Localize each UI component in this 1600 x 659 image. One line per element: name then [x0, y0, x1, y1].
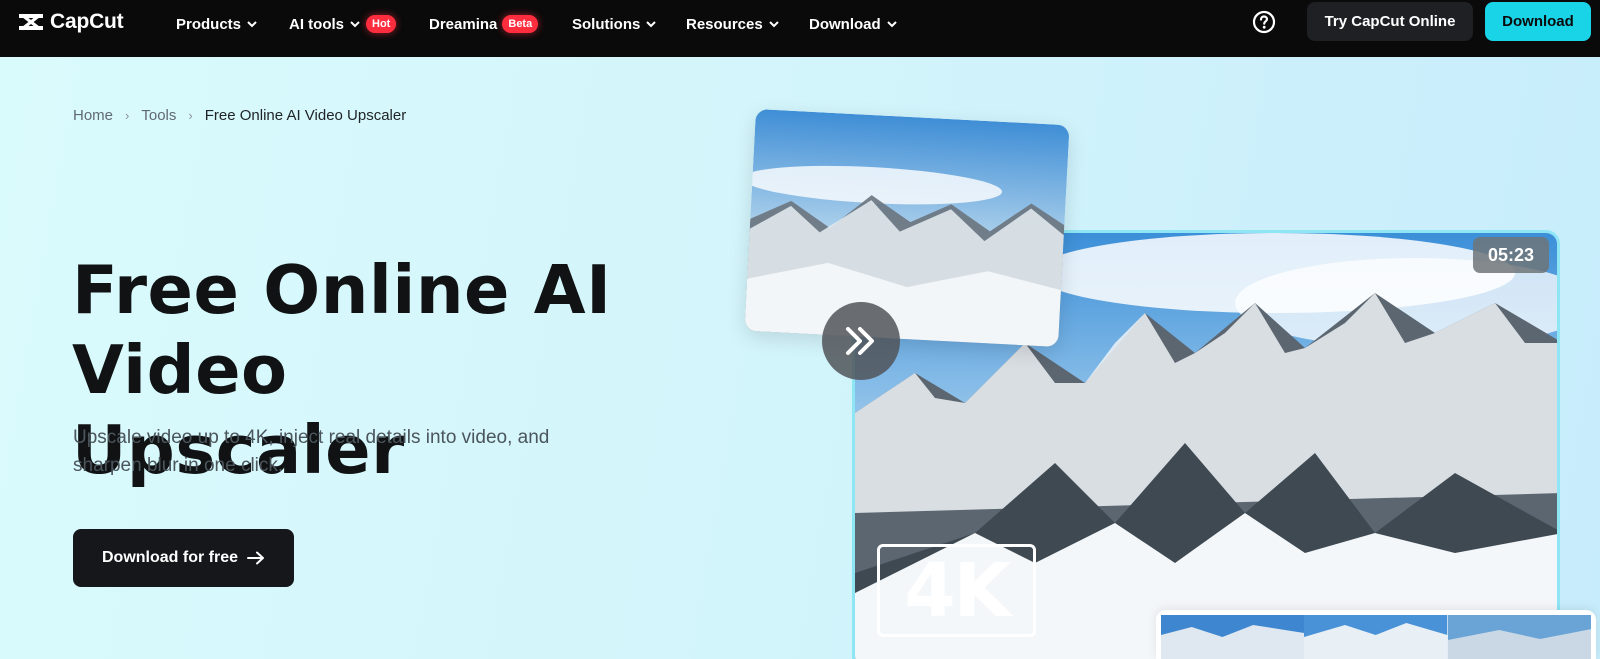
chevron-down-icon: [646, 21, 657, 28]
nav-label: AI tools: [289, 15, 344, 33]
double-chevron-right-icon: [846, 327, 874, 355]
resolution-badge: 4K: [877, 544, 1036, 637]
nav-ai-tools[interactable]: AI tools Hot: [289, 12, 397, 36]
nav-label: Download: [809, 15, 881, 33]
capcut-logo-icon: [19, 13, 43, 31]
breadcrumb-home[interactable]: Home: [73, 107, 113, 124]
thumbnail-strip: [1156, 610, 1596, 659]
video-duration: 05:23: [1473, 237, 1549, 273]
thumbnail[interactable]: [1304, 615, 1448, 659]
chevron-down-icon: [886, 21, 897, 28]
beta-badge: Beta: [502, 15, 539, 33]
compare-toggle[interactable]: [822, 302, 900, 380]
brand-name: CapCut: [50, 10, 124, 33]
nav-label: Products: [176, 15, 242, 33]
mountain-image: [744, 108, 1070, 348]
breadcrumb-current: Free Online AI Video Upscaler: [204, 107, 407, 124]
try-capcut-online-button[interactable]: Try CapCut Online: [1307, 2, 1473, 41]
chevron-down-icon: [769, 21, 779, 28]
arrow-right-icon: [247, 551, 264, 565]
top-nav: CapCut Products AI tools Hot Dreamina Be…: [0, 0, 1600, 57]
nav-label: Dreamina: [429, 15, 498, 33]
chevron-down-icon: [247, 21, 257, 28]
thumbnail-image: [1447, 615, 1591, 659]
nav-label: Resources: [686, 15, 763, 33]
chevron-right-icon: ›: [188, 108, 193, 123]
thumbnail-image: [1304, 615, 1448, 659]
hero-section: Home › Tools › Free Online AI Video Upsc…: [0, 57, 1600, 659]
thumbnail[interactable]: [1161, 615, 1305, 659]
nav-solutions[interactable]: Solutions: [572, 12, 657, 36]
thumbnail[interactable]: [1447, 615, 1591, 659]
nav-products[interactable]: Products: [176, 12, 258, 36]
nav-download[interactable]: Download: [809, 12, 898, 36]
thumbnail-image: [1161, 615, 1305, 659]
download-for-free-button[interactable]: Download for free: [73, 529, 294, 587]
cta-label: Download for free: [101, 549, 238, 566]
original-video-preview[interactable]: [744, 108, 1070, 348]
download-button[interactable]: Download: [1485, 2, 1591, 41]
question-circle-icon[interactable]: [1252, 10, 1276, 34]
hero-subtitle: Upscale video up to 4K, inject real deta…: [73, 427, 550, 476]
breadcrumb: Home › Tools › Free Online AI Video Upsc…: [73, 107, 406, 124]
nav-label: Solutions: [572, 15, 641, 33]
nav-dreamina[interactable]: Dreamina Beta: [429, 12, 539, 36]
capcut-logo[interactable]: CapCut: [16, 9, 124, 35]
chevron-right-icon: ›: [125, 108, 130, 123]
nav-resources[interactable]: Resources: [686, 12, 780, 36]
hot-badge: Hot: [366, 15, 397, 33]
chevron-down-icon: [350, 21, 360, 28]
breadcrumb-tools[interactable]: Tools: [141, 107, 176, 124]
